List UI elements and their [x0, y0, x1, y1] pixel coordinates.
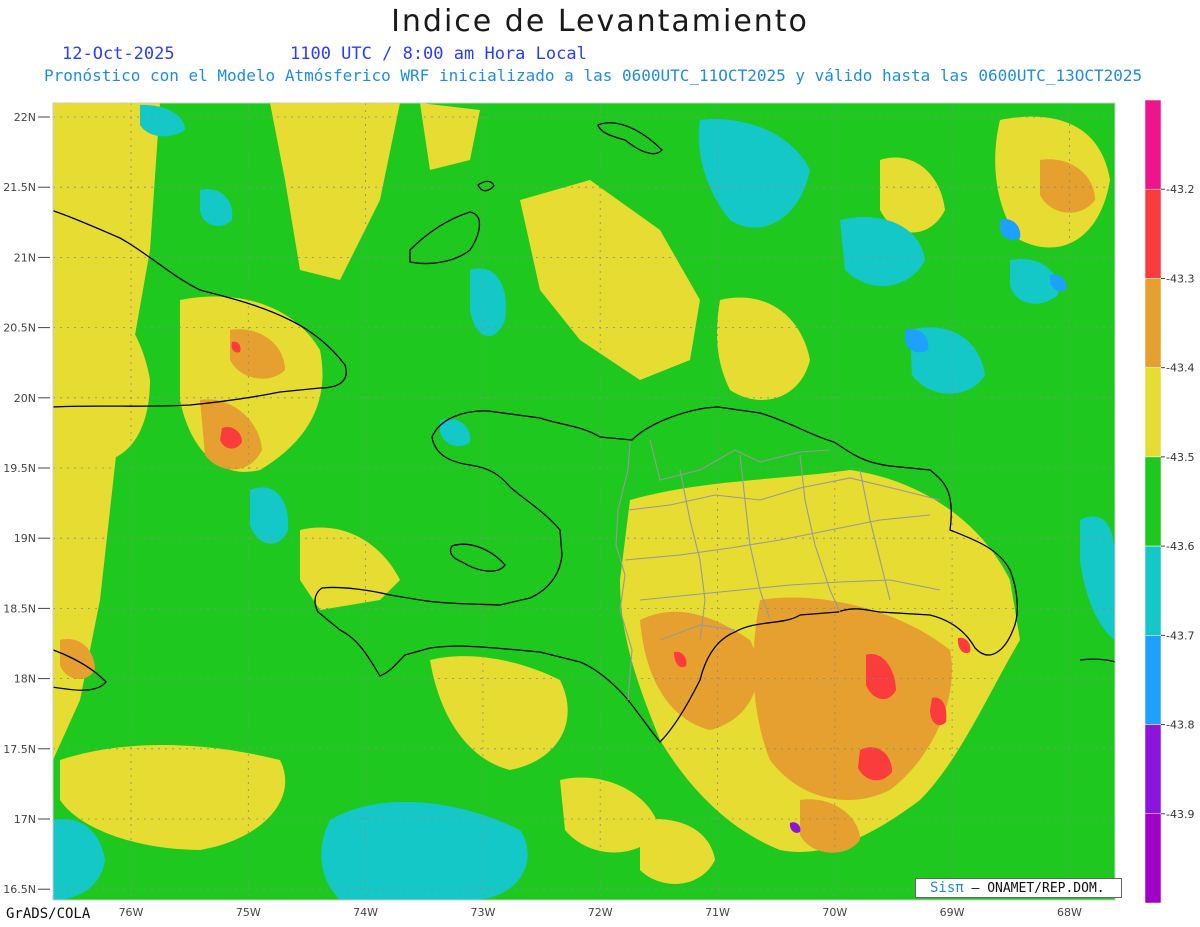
colorbar-swatch	[1144, 367, 1162, 458]
latitude-label: 19N	[14, 532, 36, 545]
longitude-axis: 76W 75W 74W 73W 72W 71W 70W 69W 68W	[119, 906, 1082, 919]
colorbar-swatch	[1144, 188, 1162, 279]
colorbar-swatch	[1144, 456, 1162, 547]
latitude-label: 18N	[14, 673, 36, 686]
longitude-label: 76W	[119, 906, 144, 919]
colorbar-swatch	[1144, 635, 1162, 725]
colorbar-swatch	[1144, 545, 1162, 636]
colorbar-label: -43.9	[1166, 808, 1194, 821]
longitude-label: 75W	[236, 906, 261, 919]
forecast-note: Pronóstico con el Modelo Atmósferico WRF…	[44, 66, 1143, 85]
colorbar-label: -43.3	[1166, 272, 1194, 285]
field-layer	[53, 103, 1115, 900]
forecast-time: 1100 UTC / 8:00 am Hora Local	[290, 44, 587, 64]
longitude-label: 71W	[705, 906, 730, 919]
latitude-label: 17.5N	[3, 743, 36, 756]
latitude-label: 21N	[14, 251, 36, 264]
latitude-label: 22N	[14, 111, 36, 124]
latitude-label: 18.5N	[3, 602, 36, 615]
forecast-map: 22N 21.5N 21N 20.5N 20N 19.5N 19N 18.5N 18N 17.5N…	[3, 99, 1194, 919]
colorbar-label: -43.6	[1166, 540, 1194, 553]
latitude-label: 21.5N	[3, 181, 36, 194]
logo-brand: Sisπ	[930, 880, 964, 896]
latitude-label: 19.5N	[3, 462, 36, 475]
onamet-logo: Sisπ – ONAMET/REP.DOM.	[915, 878, 1122, 898]
latitude-label: 17N	[14, 813, 36, 826]
latitude-label: 16.5N	[3, 883, 36, 896]
colorbar-label: -43.4	[1166, 362, 1194, 375]
colorbar-label: -43.5	[1166, 451, 1194, 464]
logo-agency: – ONAMET/REP.DOM.	[971, 881, 1105, 896]
longitude-label: 69W	[940, 906, 965, 919]
forecast-date: 12-Oct-2025	[62, 44, 175, 64]
latitude-label: 20N	[14, 392, 36, 405]
colorbar: -43.2 -43.3 -43.4 -43.5 -43.6 -43.7 -43.8 -43.9	[1144, 99, 1194, 904]
colorbar-swatch	[1144, 813, 1162, 904]
longitude-label: 70W	[822, 906, 847, 919]
colorbar-label: -43.7	[1166, 629, 1194, 642]
longitude-label: 73W	[470, 906, 495, 919]
longitude-label: 68W	[1057, 906, 1082, 919]
map-title: Indice de Levantamiento	[391, 4, 809, 39]
latitude-axis: 22N 21.5N 21N 20.5N 20N 19.5N 19N 18.5N 18N 17.5N…	[3, 111, 50, 896]
colorbar-swatch	[1144, 99, 1162, 190]
colorbar-swatch	[1144, 724, 1162, 815]
colorbar-label: -43.8	[1166, 719, 1194, 732]
longitude-label: 72W	[588, 906, 613, 919]
colorbar-label: -43.2	[1166, 183, 1194, 196]
colorbar-swatch	[1144, 278, 1162, 368]
longitude-label: 74W	[353, 906, 378, 919]
grads-credit: GrADS/COLA	[6, 906, 91, 922]
latitude-label: 20.5N	[3, 322, 36, 335]
